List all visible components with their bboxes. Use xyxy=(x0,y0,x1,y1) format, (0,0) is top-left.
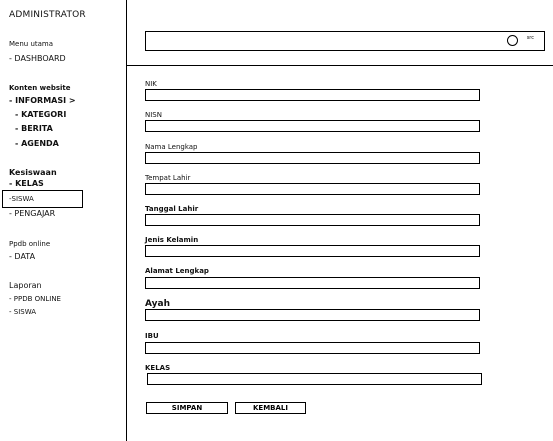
sidebar-item-informasi[interactable]: - INFORMASI > xyxy=(9,96,76,105)
nisn-field[interactable] xyxy=(145,120,480,132)
simpan-button[interactable]: SIMPAN xyxy=(146,402,228,414)
sidebar-item-kategori[interactable]: - KATEGORI xyxy=(15,110,66,119)
section-ppdb-online: Ppdb online xyxy=(9,240,51,248)
label-ayah: Ayah xyxy=(145,299,170,309)
label-tanggal-lahir: Tanggal Lahir xyxy=(145,205,199,213)
label-nisn: NISN xyxy=(145,111,162,119)
tanggal-lahir-field[interactable] xyxy=(145,214,480,226)
section-konten-website: Konten website xyxy=(9,84,71,92)
sidebar-item-siswa-label: -SISWA xyxy=(9,195,34,203)
sidebar-item-agenda[interactable]: - AGENDA xyxy=(15,139,59,148)
label-tempat-lahir: Tempat Lahir xyxy=(145,174,191,182)
kembali-button[interactable]: KEMBALI xyxy=(235,402,306,414)
alamat-lengkap-field[interactable] xyxy=(145,277,480,289)
section-laporan: Laporan xyxy=(9,281,42,290)
label-alamat-lengkap: Alamat Lengkap xyxy=(145,267,209,275)
label-jenis-kelamin: Jenis Kelamin xyxy=(145,236,199,244)
sidebar-item-kelas[interactable]: - KELAS xyxy=(9,179,44,188)
nik-field[interactable] xyxy=(145,89,480,101)
jenis-kelamin-field[interactable] xyxy=(145,245,480,257)
label-ibu: IBU xyxy=(145,332,159,340)
ibu-field[interactable] xyxy=(145,342,480,354)
sidebar-item-data[interactable]: - DATA xyxy=(9,252,35,261)
nama-lengkap-field[interactable] xyxy=(145,152,480,164)
top-bar: src xyxy=(127,0,553,66)
search-label: src xyxy=(526,35,534,41)
sidebar: ADMINISTRATOR Menu utama - DASHBOARD Kon… xyxy=(0,0,127,441)
admin-title: ADMINISTRATOR xyxy=(9,10,86,20)
label-nik: NIK xyxy=(145,80,157,88)
section-kesiswaan: Kesiswaan xyxy=(9,168,57,177)
search-input[interactable]: src xyxy=(145,31,545,51)
kelas-field[interactable] xyxy=(147,373,482,385)
sidebar-item-ppdb-online-report[interactable]: - PPDB ONLINE xyxy=(9,295,61,303)
sidebar-item-berita[interactable]: - BERITA xyxy=(15,124,53,133)
ayah-field[interactable] xyxy=(145,309,480,321)
tempat-lahir-field[interactable] xyxy=(145,183,480,195)
sidebar-item-siswa[interactable]: -SISWA xyxy=(2,190,83,208)
label-nama-lengkap: Nama Lengkap xyxy=(145,143,198,151)
section-menu-utama: Menu utama xyxy=(9,40,54,48)
label-kelas: KELAS xyxy=(145,364,171,372)
sidebar-item-pengajar[interactable]: - PENGAJAR xyxy=(9,209,55,218)
search-icon[interactable] xyxy=(507,35,518,46)
sidebar-item-dashboard[interactable]: - DASHBOARD xyxy=(9,54,66,63)
sidebar-item-siswa-report[interactable]: - SISWA xyxy=(9,308,36,316)
